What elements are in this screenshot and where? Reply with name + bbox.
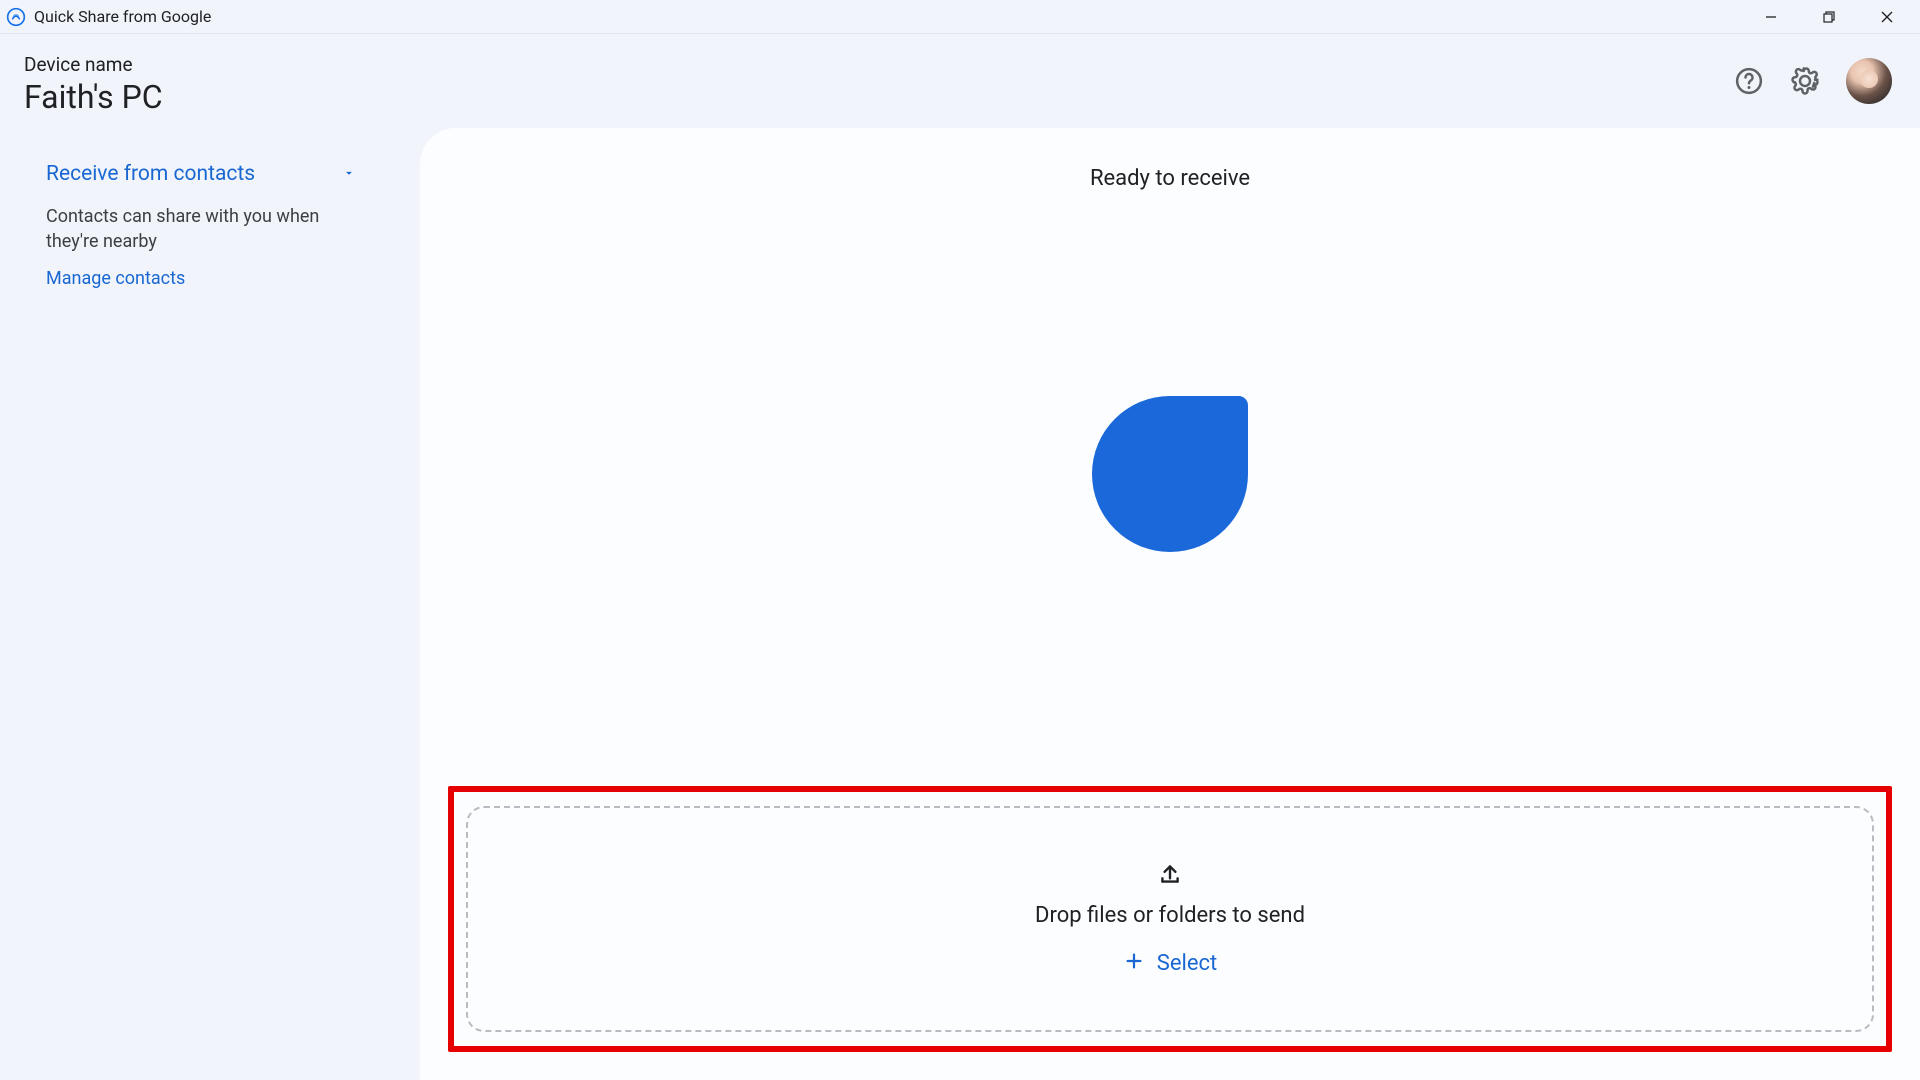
drop-zone-highlight: Drop files or folders to send Select — [448, 786, 1892, 1052]
select-files-button[interactable]: Select — [1123, 950, 1217, 978]
plus-icon — [1123, 950, 1145, 978]
device-name-label: Device name — [24, 53, 1734, 76]
app-icon — [6, 7, 26, 27]
settings-button[interactable] — [1790, 66, 1820, 96]
title-bar: Quick Share from Google — [0, 0, 1920, 34]
chevron-down-icon — [342, 162, 356, 186]
minimize-button[interactable] — [1742, 0, 1800, 34]
maximize-button[interactable] — [1800, 0, 1858, 34]
device-name-value: Faith's PC — [24, 78, 1734, 116]
close-button[interactable] — [1858, 0, 1916, 34]
quickshare-blob-icon — [1092, 396, 1248, 552]
window-controls — [1742, 0, 1916, 34]
receive-mode-description: Contacts can share with you when they're… — [46, 204, 356, 254]
receive-mode-dropdown[interactable]: Receive from contacts — [46, 158, 356, 190]
sidebar: Receive from contacts Contacts can share… — [0, 128, 420, 1080]
manage-contacts-link[interactable]: Manage contacts — [46, 268, 356, 289]
help-icon — [1734, 66, 1764, 96]
profile-avatar[interactable] — [1846, 58, 1892, 104]
gear-icon — [1790, 66, 1820, 96]
device-block: Device name Faith's PC — [24, 47, 1734, 116]
header-actions — [1734, 58, 1892, 104]
app-header: Device name Faith's PC — [0, 34, 1920, 128]
status-graphic-container — [448, 161, 1892, 786]
file-drop-zone[interactable]: Drop files or folders to send Select — [466, 806, 1874, 1032]
window-title: Quick Share from Google — [34, 7, 1742, 26]
main-panel: Ready to receive Drop files or folders t… — [420, 128, 1920, 1080]
upload-icon — [1157, 861, 1183, 891]
receive-mode-label: Receive from contacts — [46, 162, 255, 186]
select-label: Select — [1157, 951, 1217, 976]
app-body: Receive from contacts Contacts can share… — [0, 128, 1920, 1080]
help-button[interactable] — [1734, 66, 1764, 96]
drop-zone-text: Drop files or folders to send — [1035, 903, 1305, 928]
